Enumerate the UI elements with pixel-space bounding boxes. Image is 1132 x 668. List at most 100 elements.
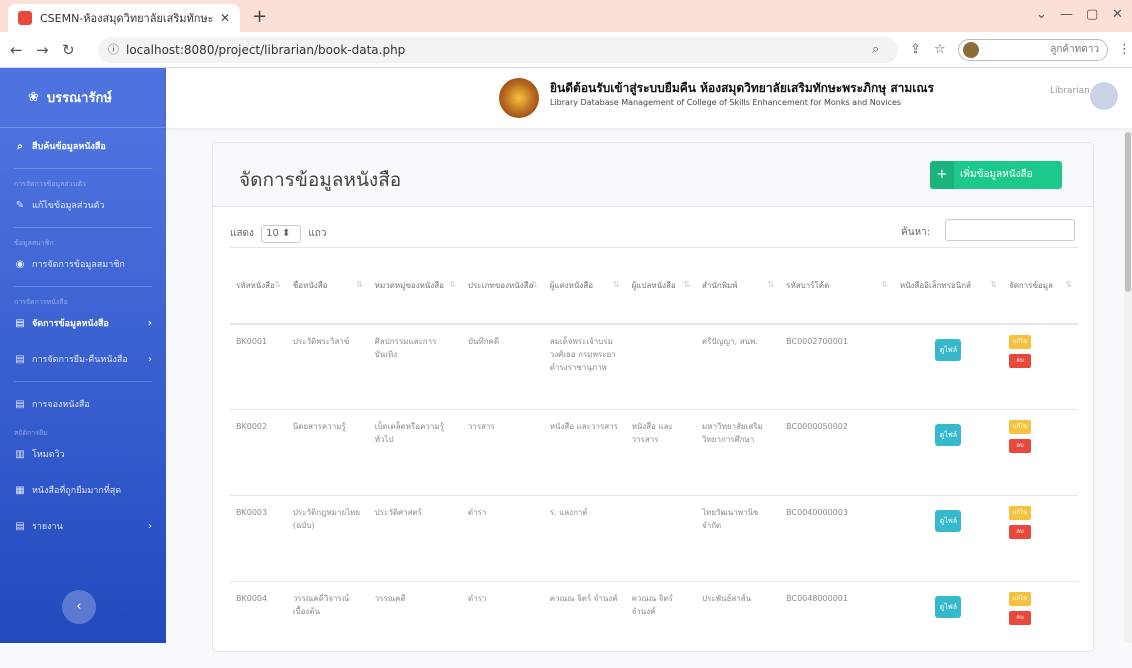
sort-icon[interactable]: ⇅ bbox=[356, 280, 363, 289]
edit-button[interactable]: แก้ไข bbox=[1008, 506, 1031, 520]
user-role[interactable]: Librarian bbox=[1050, 86, 1090, 96]
sidebar-item-search-books[interactable]: ⌕ สืบค้นข้อมูลหนังสือ bbox=[0, 128, 166, 164]
maximize-icon[interactable]: ▢ bbox=[1086, 7, 1098, 22]
column-header-label: ผู้แต่งหนังสือ bbox=[549, 280, 593, 290]
cell-barcode: BC0040000003 bbox=[780, 495, 894, 582]
edit-button[interactable]: แก้ไข bbox=[1008, 334, 1031, 349]
column-header[interactable]: ผู้แปลหนังสือ ⇅ bbox=[625, 247, 697, 325]
sidebar: ❀ บรรณารักษ์ ⌕ สืบค้นข้อมูลหนังสือ การจั… bbox=[0, 68, 166, 643]
menu-icon[interactable]: ⋮ bbox=[1118, 42, 1131, 57]
zoom-icon[interactable]: ⌕ bbox=[872, 42, 879, 57]
sidebar-item-overview[interactable]: ▥ โหมดวิว bbox=[0, 436, 166, 472]
delete-button[interactable]: ลบ bbox=[1008, 611, 1031, 625]
view-ebook-button[interactable]: ดูไฟล์ bbox=[935, 510, 962, 532]
star-icon[interactable]: ☆ bbox=[934, 42, 946, 57]
column-header[interactable]: จัดการข้อมูล ⇅ bbox=[1002, 247, 1078, 325]
header-subtitle: Library Database Management of College o… bbox=[550, 98, 902, 107]
view-ebook-button[interactable]: ดูไฟล์ bbox=[935, 424, 962, 446]
info-icon[interactable]: ⓘ bbox=[108, 37, 119, 63]
show-suffix: แถว bbox=[308, 228, 327, 239]
cell-ebook: ดูไฟล์ bbox=[893, 495, 1003, 582]
column-header-label: ชื่อหนังสือ bbox=[292, 280, 328, 290]
column-header-label: รหัสหนังสือ bbox=[236, 280, 275, 290]
delete-button[interactable]: ลบ bbox=[1008, 353, 1031, 368]
header-title: ยินดีต้อนรับเข้าสู่ระบบยืมคืน ห้องสมุดวิ… bbox=[550, 81, 934, 95]
search-input[interactable] bbox=[945, 219, 1075, 241]
sidebar-item-reports[interactable]: ▤ รายงาน › bbox=[0, 508, 166, 544]
column-header[interactable]: ประเภทของหนังสือ ⇅ bbox=[461, 247, 544, 325]
report-icon: ▤ bbox=[15, 520, 25, 532]
table-icon: ▦ bbox=[15, 484, 25, 496]
cell-type: วารสาร bbox=[461, 409, 544, 496]
sidebar-brand[interactable]: ❀ บรรณารักษ์ bbox=[0, 68, 166, 128]
sort-icon[interactable]: ⇅ bbox=[990, 280, 997, 289]
sidebar-item-edit-profile[interactable]: ✎ แก้ไขข้อมูลส่วนตัว bbox=[0, 187, 166, 223]
sort-icon[interactable]: ⇅ bbox=[274, 280, 281, 289]
add-book-button[interactable]: + เพิ่มข้อมูลหนังสือ bbox=[930, 161, 1062, 189]
reload-icon[interactable]: ↻ bbox=[62, 41, 75, 59]
cell-translator: หนังสือ และวารสาร bbox=[625, 409, 697, 496]
sort-icon[interactable]: ⇅ bbox=[881, 280, 888, 289]
close-window-icon[interactable]: ✕ bbox=[1112, 7, 1123, 22]
cell-name: ประวัติพระวิสาข์ bbox=[286, 323, 369, 410]
column-header[interactable]: ชื่อหนังสือ ⇅ bbox=[286, 247, 369, 325]
edit-button[interactable]: แก้ไข bbox=[1008, 592, 1031, 606]
cell-type: ตำรา bbox=[461, 581, 544, 668]
column-header[interactable]: สำนักพิมพ์ ⇅ bbox=[696, 247, 781, 325]
delete-button[interactable]: ลบ bbox=[1008, 525, 1031, 539]
user-avatar[interactable] bbox=[1090, 82, 1118, 110]
edit-button[interactable]: แก้ไข bbox=[1008, 420, 1031, 434]
cell-id: BK0003 bbox=[230, 495, 287, 582]
cell-actions: แก้ไขลบ bbox=[1002, 581, 1078, 668]
sort-icon[interactable]: ⇅ bbox=[449, 280, 456, 289]
profile-avatar bbox=[963, 42, 979, 58]
sidebar-item-reserve[interactable]: ▤ การจองหนังสือ bbox=[0, 386, 166, 422]
edit-icon: ✎ bbox=[15, 199, 25, 211]
sort-icon[interactable]: ⇅ bbox=[683, 280, 690, 289]
column-header[interactable]: หมวดหมู่ของหนังสือ ⇅ bbox=[368, 247, 462, 325]
sort-icon[interactable]: ⇅ bbox=[767, 280, 774, 289]
view-ebook-button[interactable]: ดูไฟล์ bbox=[935, 338, 962, 361]
sidebar-item-most-borrowed[interactable]: ▦ หนังสือที่ถูกยืมมากที่สุด bbox=[0, 472, 166, 508]
cell-name: วรรณคดีวิจารณ์เบื้องต้น bbox=[286, 581, 369, 668]
sort-icon[interactable]: ⇅ bbox=[613, 280, 620, 289]
sidebar-heading: การจัดการข้อมูลส่วนตัว bbox=[14, 180, 86, 188]
minimize-icon[interactable]: — bbox=[1060, 7, 1073, 22]
sidebar-toggle-button[interactable]: ‹ bbox=[62, 590, 96, 624]
sort-icon[interactable]: ⇅ bbox=[531, 280, 538, 289]
sort-icon[interactable]: ⇅ bbox=[1065, 280, 1072, 289]
sidebar-item-manage-books[interactable]: ▤ จัดการข้อมูลหนังสือ › bbox=[0, 305, 166, 341]
delete-button[interactable]: ลบ bbox=[1008, 439, 1031, 453]
page-scrollbar-thumb[interactable] bbox=[1125, 132, 1131, 292]
column-header[interactable]: ผู้แต่งหนังสือ ⇅ bbox=[543, 247, 626, 325]
view-ebook-button[interactable]: ดูไฟล์ bbox=[935, 596, 962, 618]
column-header[interactable]: รหัสบาร์โค้ด ⇅ bbox=[780, 247, 894, 325]
column-header-label: หนังสืออิเล็กทรอนิกส์ bbox=[899, 280, 972, 290]
cell-ebook: ดูไฟล์ bbox=[893, 323, 1003, 410]
cell-author: สมเด็จพระเจ้าบรมวงศ์เธอ กรมพระยาดำรงราชา… bbox=[543, 323, 626, 410]
column-header[interactable]: รหัสหนังสือ ⇅ bbox=[230, 247, 287, 325]
cell-category: เบ็ดเตล็ดหรือความรู้ทั่วไป bbox=[368, 409, 462, 496]
browser-tabbar: CSEMN-ห้องสมุดวิทยาลัยเสริมทักษะ ✕ + ⌄ —… bbox=[0, 0, 1132, 32]
browser-tab[interactable]: CSEMN-ห้องสมุดวิทยาลัยเสริมทักษะ ✕ bbox=[8, 4, 240, 32]
new-tab-icon[interactable]: + bbox=[252, 6, 267, 27]
cell-publisher: ไทยวัฒนาพานิช จำกัด bbox=[696, 495, 781, 582]
sidebar-item-members[interactable]: ◉ การจัดการข้อมูลสมาชิก bbox=[0, 246, 166, 282]
chevron-right-icon: › bbox=[148, 520, 152, 532]
divider bbox=[14, 227, 152, 228]
url-field[interactable]: ⓘ localhost:8080/project/librarian/book-… bbox=[98, 37, 898, 63]
column-header-label: รหัสบาร์โค้ด bbox=[786, 280, 830, 290]
column-header[interactable]: หนังสืออิเล็กทรอนิกส์ ⇅ bbox=[893, 247, 1003, 325]
close-tab-icon[interactable]: ✕ bbox=[220, 11, 230, 25]
cell-type: บันทึกคดี bbox=[461, 323, 544, 410]
back-icon[interactable]: ← bbox=[10, 41, 23, 59]
share-icon[interactable]: ⇪ bbox=[910, 42, 921, 57]
page-length-select[interactable]: 10 ⬍ bbox=[261, 225, 302, 243]
sidebar-item-borrow-return[interactable]: ▤ การจัดการยืม-คืนหนังสือ › bbox=[0, 341, 166, 377]
book-icon: ▤ bbox=[15, 317, 25, 329]
profile-button[interactable]: ลูกค้าทดาว bbox=[958, 39, 1108, 61]
cell-id: BK0002 bbox=[230, 409, 287, 496]
tab-search-icon[interactable]: ⌄ bbox=[1036, 7, 1047, 22]
cell-actions: แก้ไขลบ bbox=[1002, 323, 1078, 410]
forward-icon[interactable]: → bbox=[36, 41, 49, 59]
